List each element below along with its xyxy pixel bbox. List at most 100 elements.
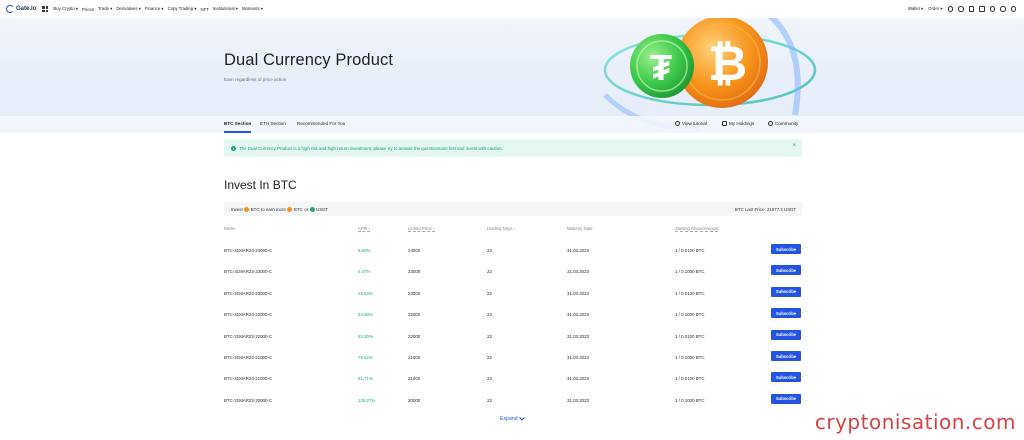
nav-order[interactable]: Order ▾ bbox=[928, 6, 942, 12]
top-navbar: Gate.io Buy Crypto ▾ Prices Trade ▾ Deri… bbox=[0, 0, 1024, 18]
col-maturity-date: Maturity Date bbox=[567, 226, 593, 231]
maturity-date: 31.03.2023 bbox=[567, 376, 589, 382]
nav-nft[interactable]: NFT bbox=[201, 7, 209, 12]
notice-text: The Dual Currency Product is a high risk… bbox=[239, 145, 503, 151]
nav-moments[interactable]: Moments ▾ bbox=[242, 6, 263, 12]
starting-share: 1 / 0.1000 BTC bbox=[675, 355, 705, 360]
holding-days: 22 bbox=[487, 333, 492, 339]
starting-share: 1 / 0.0100 BTC bbox=[675, 248, 705, 253]
col-linked-price[interactable]: Linked Price ↕ bbox=[408, 226, 435, 231]
maturity-date: 31.03.2023 bbox=[567, 269, 589, 275]
col-name: Name bbox=[224, 226, 236, 231]
maturity-date: 31.03.2023 bbox=[567, 312, 589, 318]
tab-recommended[interactable]: Recommended For You bbox=[297, 121, 345, 126]
hero-banner: Dual Currency Product Earn regardless of… bbox=[0, 0, 1024, 133]
subscribe-button[interactable]: Subscribe bbox=[771, 393, 801, 404]
product-name: BTC-31MAR23-21000-C bbox=[224, 355, 273, 360]
apps-grid-icon[interactable] bbox=[42, 6, 49, 12]
product-name: BTC-31MAR23-22000-C bbox=[224, 333, 273, 339]
apr-value: 52.30% bbox=[358, 333, 373, 339]
table-row: BTC-31MAR23-21000-C 91.71% 21000 22 31.03.20… bbox=[224, 370, 802, 390]
table-row: BTC-31MAR23-23000-C 25.63% 23000 22 31.03.20… bbox=[224, 285, 802, 305]
svg-text:₿: ₿ bbox=[708, 38, 747, 91]
expand-button[interactable]: Expand bbox=[500, 416, 525, 422]
subscribe-button[interactable]: Subscribe bbox=[771, 286, 801, 297]
product-name: BTC-31MAR23-23000-C bbox=[224, 290, 273, 296]
invest-coin: BTC bbox=[250, 206, 260, 212]
community-link[interactable]: Community bbox=[768, 121, 798, 126]
apr-value: 25.63% bbox=[358, 290, 373, 296]
subscribe-button[interactable]: Subscribe bbox=[771, 265, 801, 276]
maturity-date: 31.03.2023 bbox=[567, 333, 589, 339]
linked-price: 21000 bbox=[408, 376, 421, 382]
nav-institutional[interactable]: Institutional ▾ bbox=[213, 6, 238, 12]
subscribe-button[interactable]: Subscribe bbox=[771, 308, 801, 319]
user-icon[interactable] bbox=[947, 6, 953, 12]
bell-icon[interactable] bbox=[958, 6, 964, 12]
nav-prices[interactable]: Prices bbox=[82, 7, 94, 12]
starting-share: 1 / 0.1000 BTC bbox=[675, 269, 705, 275]
active-tab-indicator bbox=[224, 131, 251, 133]
subscribe-button[interactable]: Subscribe bbox=[771, 351, 801, 361]
invest-word: Invest bbox=[231, 206, 243, 212]
subscribe-button[interactable]: Subscribe bbox=[771, 372, 801, 383]
coins-illustration: ₿ ₮ bbox=[603, 0, 835, 131]
logo-text: Gate.io bbox=[16, 6, 37, 12]
holding-days: 22 bbox=[487, 376, 492, 382]
table-row: BTC-31MAR23-20000-C 129.27% 20000 22 31.03.2… bbox=[224, 392, 802, 412]
holding-days: 22 bbox=[487, 312, 492, 318]
maturity-date: 31.03.2023 bbox=[567, 248, 589, 253]
view-tutorial-link[interactable]: View tutorial bbox=[675, 121, 707, 126]
product-name: BTC-31MAR23-23000-C bbox=[224, 269, 273, 275]
nav-wallet[interactable]: Wallet ▾ bbox=[908, 6, 923, 12]
holdings-icon bbox=[722, 121, 727, 126]
tutorial-icon bbox=[675, 121, 680, 126]
earn-coin-btc: BTC bbox=[293, 206, 303, 212]
nav-right-group: Wallet ▾ Order ▾ bbox=[908, 0, 1016, 18]
linked-price: 24000 bbox=[408, 248, 421, 253]
invest-info-bar: Invest BTC to earn more BTC or USDT BTC … bbox=[224, 202, 802, 216]
nav-buy-crypto[interactable]: Buy Crypto ▾ bbox=[53, 6, 78, 12]
subscribe-button[interactable]: Subscribe bbox=[771, 329, 801, 340]
linked-price: 23000 bbox=[408, 269, 421, 275]
table-header: Name APR ↕ Linked Price ↕ Holding Days ↕… bbox=[224, 226, 802, 234]
theme-icon[interactable] bbox=[989, 6, 995, 12]
table-row: BTC-31MAR23-24000-C 9.89% 24000 22 31.03.202… bbox=[224, 242, 802, 262]
holding-days: 22 bbox=[487, 355, 492, 360]
apr-value: 91.71% bbox=[358, 376, 373, 382]
nav-derivatives[interactable]: Derivatives ▾ bbox=[116, 6, 141, 12]
globe-icon[interactable] bbox=[1000, 6, 1006, 12]
col-holding-days[interactable]: Holding Days ↕ bbox=[487, 226, 516, 231]
starting-share: 1 / 0.1000 BTC bbox=[675, 397, 705, 403]
nav-copy-trading[interactable]: Copy Trading ▾ bbox=[168, 6, 197, 12]
starting-share: 1 / 0.0100 BTC bbox=[675, 290, 705, 296]
dashboard-icon[interactable] bbox=[979, 6, 985, 12]
nav-finance[interactable]: Finance ▾ bbox=[145, 6, 164, 12]
nav-trade[interactable]: Trade ▾ bbox=[98, 6, 112, 12]
product-name: BTC-31MAR23-21000-C bbox=[224, 376, 273, 382]
gate-logo[interactable]: Gate.io bbox=[6, 5, 36, 13]
my-holdings-link[interactable]: My Holdings bbox=[722, 121, 754, 126]
settings-icon[interactable] bbox=[1010, 6, 1016, 12]
section-title: Invest In BTC bbox=[224, 178, 297, 192]
or-text: or bbox=[304, 206, 309, 212]
tab-eth-section[interactable]: ETH Section bbox=[260, 121, 286, 126]
my-holdings-label: My Holdings bbox=[729, 121, 755, 126]
gate-logo-icon bbox=[6, 5, 14, 13]
starting-share: 1 / 0.0100 BTC bbox=[675, 376, 705, 382]
subscribe-button[interactable]: Subscribe bbox=[771, 244, 801, 254]
page-title: Dual Currency Product bbox=[224, 51, 394, 69]
linked-price: 23000 bbox=[408, 290, 421, 296]
close-icon[interactable]: × bbox=[792, 143, 796, 149]
linked-price: 22000 bbox=[408, 333, 421, 339]
download-icon[interactable] bbox=[968, 6, 974, 12]
tab-btc-section[interactable]: BTC Section bbox=[224, 121, 251, 126]
apr-value: 76.52% bbox=[358, 355, 373, 360]
linked-price: 21000 bbox=[408, 355, 421, 360]
col-apr[interactable]: APR ↕ bbox=[358, 226, 370, 231]
main-menu: Buy Crypto ▾ Prices Trade ▾ Derivatives … bbox=[53, 6, 263, 12]
to-earn-text: to earn more bbox=[261, 206, 286, 212]
page-subtitle: Earn regardless of price action bbox=[224, 77, 287, 82]
product-name: BTC-31MAR23-22000-C bbox=[224, 312, 273, 318]
product-name: BTC-31MAR23-24000-C bbox=[224, 248, 273, 253]
